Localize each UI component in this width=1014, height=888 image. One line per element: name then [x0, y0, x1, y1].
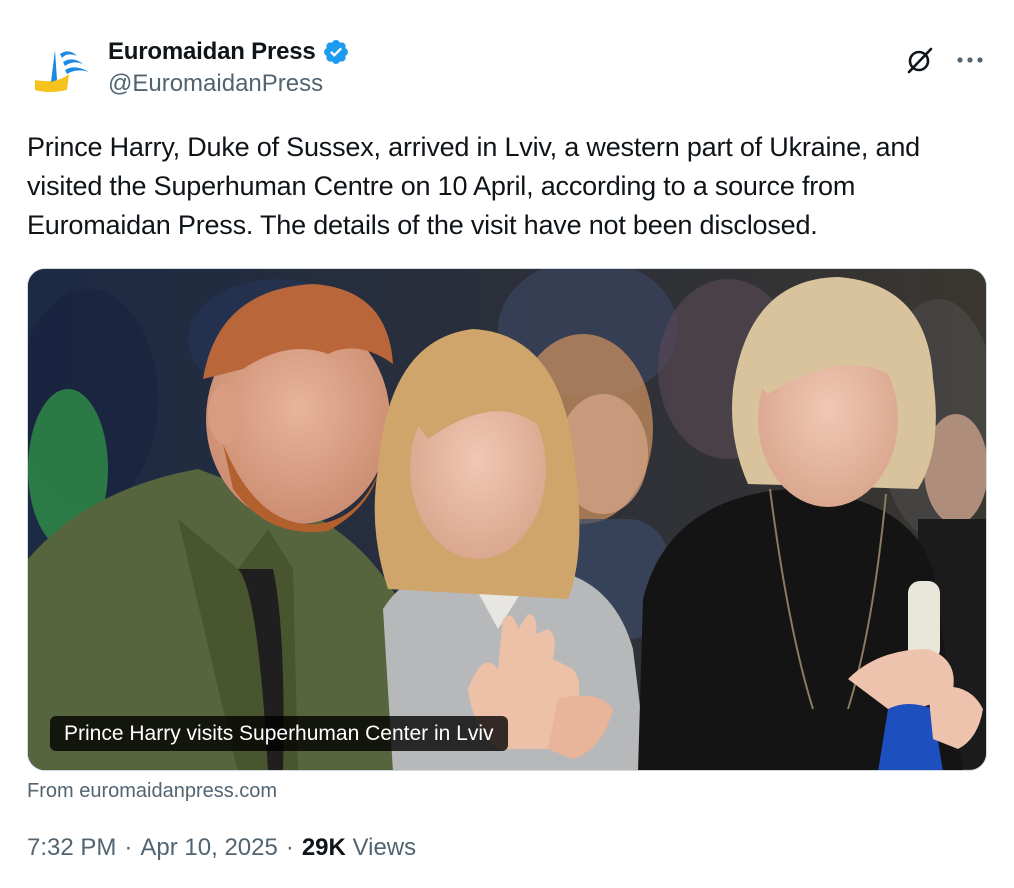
- grok-button[interactable]: [902, 42, 938, 78]
- media-caption: Prince Harry visits Superhuman Center in…: [50, 716, 508, 751]
- tweet-time[interactable]: 7:32 PM: [27, 834, 116, 862]
- author-name-row[interactable]: Euromaidan Press: [108, 36, 350, 68]
- tweet-card: Euromaidan Press @EuromaidanPress Prince…: [0, 0, 1014, 888]
- meta-separator: ·: [124, 834, 133, 861]
- verified-badge-icon: [323, 40, 348, 64]
- grok-icon: [907, 47, 933, 74]
- tweet-text: Prince Harry, Duke of Sussex, arrived in…: [27, 132, 920, 240]
- euromaidan-logo-icon: [27, 38, 97, 108]
- media-photo: [28, 269, 986, 770]
- link-source[interactable]: From euromaidanpress.com: [27, 780, 277, 803]
- author-avatar[interactable]: [27, 38, 97, 108]
- media-card[interactable]: Prince Harry visits Superhuman Center in…: [27, 268, 987, 771]
- more-options-button[interactable]: [952, 42, 988, 78]
- more-dots-icon: [957, 57, 983, 63]
- tweet-date[interactable]: Apr 10, 2025: [140, 834, 277, 862]
- author-handle[interactable]: @EuromaidanPress: [108, 70, 323, 98]
- meta-separator: ·: [285, 834, 294, 861]
- tweet-meta: 7:32 PM · Apr 10, 2025 · 29K Views: [27, 834, 416, 862]
- views-count: 29K: [301, 834, 346, 861]
- author-display-name[interactable]: Euromaidan Press: [108, 38, 316, 66]
- views-label: Views: [352, 834, 417, 861]
